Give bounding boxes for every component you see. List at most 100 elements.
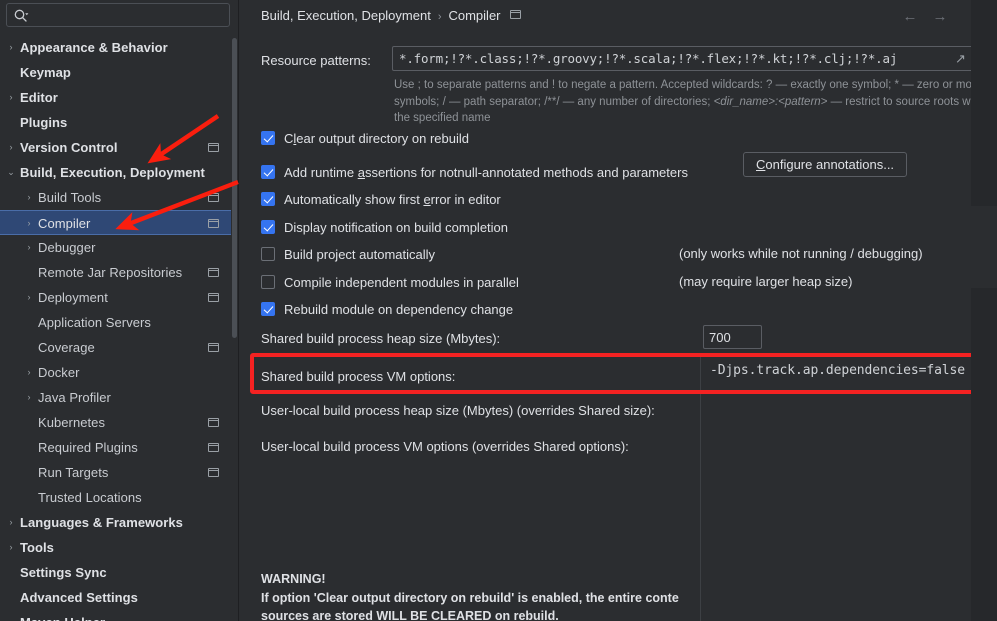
sidebar-item-keymap[interactable]: Keymap <box>0 60 231 85</box>
sidebar-item-label: Java Profiler <box>38 390 111 405</box>
configure-annotations-button[interactable]: Configure annotations... <box>743 152 908 177</box>
sidebar-item-kubernetes[interactable]: Kubernetes <box>0 410 231 435</box>
breadcrumb: Build, Execution, Deployment › Compiler <box>261 8 521 23</box>
sidebar-item-label: Build Tools <box>38 190 102 205</box>
checkbox-side-note: (may require larger heap size) <box>679 274 853 289</box>
label-pre: C <box>284 131 294 146</box>
sidebar-item-trusted-locations[interactable]: Trusted Locations <box>0 485 231 510</box>
settings-main-panel: Build, Execution, Deployment › Compiler ← … <box>239 0 997 621</box>
label-pre: Display notification on build completion <box>284 220 509 235</box>
checkbox-label: Add runtime assertions for notnull-annot… <box>284 163 688 182</box>
shared-vm-options-value[interactable]: -Djps.track.ap.dependencies=false <box>710 363 965 378</box>
checkbox-unchecked-icon[interactable] <box>261 247 275 261</box>
expand-icon[interactable]: ↗ <box>953 51 968 66</box>
sidebar-item-tools[interactable]: › Tools <box>0 535 231 560</box>
chevron-right-icon[interactable]: › <box>4 135 18 160</box>
hint-line-2-italic: <dir_name>:<pattern> <box>713 95 828 108</box>
breadcrumb-leaf: Compiler <box>448 8 501 23</box>
resource-patterns-input[interactable]: *.form;!?*.class;!?*.groovy;!?*.scala;!?… <box>392 46 973 71</box>
sidebar-item-coverage[interactable]: Coverage <box>0 335 231 360</box>
chevron-right-icon[interactable]: › <box>22 360 36 385</box>
sidebar-item-deployment[interactable]: › Deployment <box>0 285 231 310</box>
checkbox-checked-icon[interactable] <box>261 192 275 206</box>
chevron-right-icon[interactable]: › <box>4 35 18 60</box>
nav-forward-icon[interactable]: → <box>931 9 949 25</box>
sidebar-item-run-targets[interactable]: Run Targets <box>0 460 231 485</box>
sidebar-item-label: Build, Execution, Deployment <box>20 165 205 180</box>
checkbox-label: Compile independent modules in parallel <box>284 273 519 292</box>
sidebar-item-advanced-settings[interactable]: Advanced Settings <box>0 585 231 610</box>
warning-line-1: WARNING! <box>261 572 326 586</box>
sidebar-item-docker[interactable]: › Docker <box>0 360 231 385</box>
search-input[interactable] <box>35 4 229 28</box>
checkbox-checked-icon[interactable] <box>261 131 275 145</box>
sidebar-item-settings-sync[interactable]: Settings Sync <box>0 560 231 585</box>
project-scope-icon <box>208 219 219 228</box>
chevron-down-icon[interactable]: ⌄ <box>4 160 18 185</box>
sidebar-item-label: Advanced Settings <box>20 590 138 605</box>
sidebar-item-label: Application Servers <box>38 315 151 330</box>
sidebar-item-debugger[interactable]: › Debugger <box>0 235 231 260</box>
chevron-right-icon[interactable]: › <box>4 85 18 110</box>
sidebar-item-label: Version Control <box>20 140 118 155</box>
sidebar-item-editor[interactable]: › Editor <box>0 85 231 110</box>
sidebar-item-label: Debugger <box>38 240 96 255</box>
sidebar-scrollbar[interactable] <box>232 38 237 338</box>
project-scope-icon <box>208 143 219 152</box>
settings-tree[interactable]: › Appearance & Behavior Keymap › Editor Plugi… <box>0 35 231 621</box>
breadcrumb-bar: Build, Execution, Deployment › Compiler ← … <box>239 0 997 33</box>
checkbox-checked-icon[interactable] <box>261 220 275 234</box>
checkbox-checked-icon[interactable] <box>261 165 275 179</box>
checkbox-unchecked-icon[interactable] <box>261 275 275 289</box>
sidebar-item-build-tools[interactable]: › Build Tools <box>0 185 231 210</box>
search-icon <box>13 8 29 24</box>
sidebar-item-build-execution-deployment[interactable]: ⌄ Build, Execution, Deployment <box>0 160 231 185</box>
nav-back-icon[interactable]: ← <box>901 9 919 25</box>
shared-heap-size-input[interactable] <box>703 325 762 349</box>
sidebar-item-label: Trusted Locations <box>38 490 142 505</box>
sidebar-item-appearance-behavior[interactable]: › Appearance & Behavior <box>0 35 231 60</box>
chevron-right-icon[interactable]: › <box>4 535 18 560</box>
sidebar-item-application-servers[interactable]: Application Servers <box>0 310 231 335</box>
chevron-right-icon[interactable]: › <box>22 185 36 210</box>
sidebar-item-plugins[interactable]: Plugins <box>0 110 231 135</box>
checkbox-label: Display notification on build completion <box>284 218 508 237</box>
chevron-right-icon[interactable]: › <box>22 235 36 260</box>
sidebar-item-label: Keymap <box>20 65 71 80</box>
chevron-right-icon[interactable]: › <box>22 211 36 236</box>
resource-patterns-label: Resource patterns: <box>261 53 371 68</box>
right-panel-strip <box>971 0 997 621</box>
compiler-settings-content: Resource patterns: *.form;!?*.class;!?*.… <box>239 33 997 621</box>
project-scope-icon <box>208 443 219 452</box>
label-pre: Compile independent modules in parallel <box>284 275 519 290</box>
sidebar-item-label: Plugins <box>20 115 68 130</box>
search-box[interactable] <box>6 3 230 28</box>
sidebar-search-row <box>0 0 239 31</box>
breadcrumb-root[interactable]: Build, Execution, Deployment <box>261 8 431 23</box>
label-mnemonic: a <box>357 165 365 180</box>
checkbox-checked-icon[interactable] <box>261 302 275 316</box>
sidebar-item-label: Coverage <box>38 340 95 355</box>
sidebar-item-languages-frameworks[interactable]: › Languages & Frameworks <box>0 510 231 535</box>
sidebar-item-compiler[interactable]: › Compiler <box>0 210 231 235</box>
right-panel-shade <box>971 206 997 288</box>
label-mnemonic: e <box>423 192 431 207</box>
checkbox-label: Rebuild module on dependency change <box>284 300 513 319</box>
sidebar-item-required-plugins[interactable]: Required Plugins <box>0 435 231 460</box>
sidebar-item-version-control[interactable]: › Version Control <box>0 135 231 160</box>
shared-vm-options-label: Shared build process VM options: <box>261 369 456 384</box>
sidebar-item-java-profiler[interactable]: › Java Profiler <box>0 385 231 410</box>
sidebar-item-remote-jar-repositories[interactable]: Remote Jar Repositories <box>0 260 231 285</box>
chevron-right-icon[interactable]: › <box>22 285 36 310</box>
sidebar-item-maven-helper[interactable]: Maven Helper <box>0 610 231 621</box>
warning-text: WARNING! If option 'Clear output directo… <box>261 570 700 621</box>
chevron-right-icon[interactable]: › <box>4 510 18 535</box>
chevron-right-icon[interactable]: › <box>22 385 36 410</box>
